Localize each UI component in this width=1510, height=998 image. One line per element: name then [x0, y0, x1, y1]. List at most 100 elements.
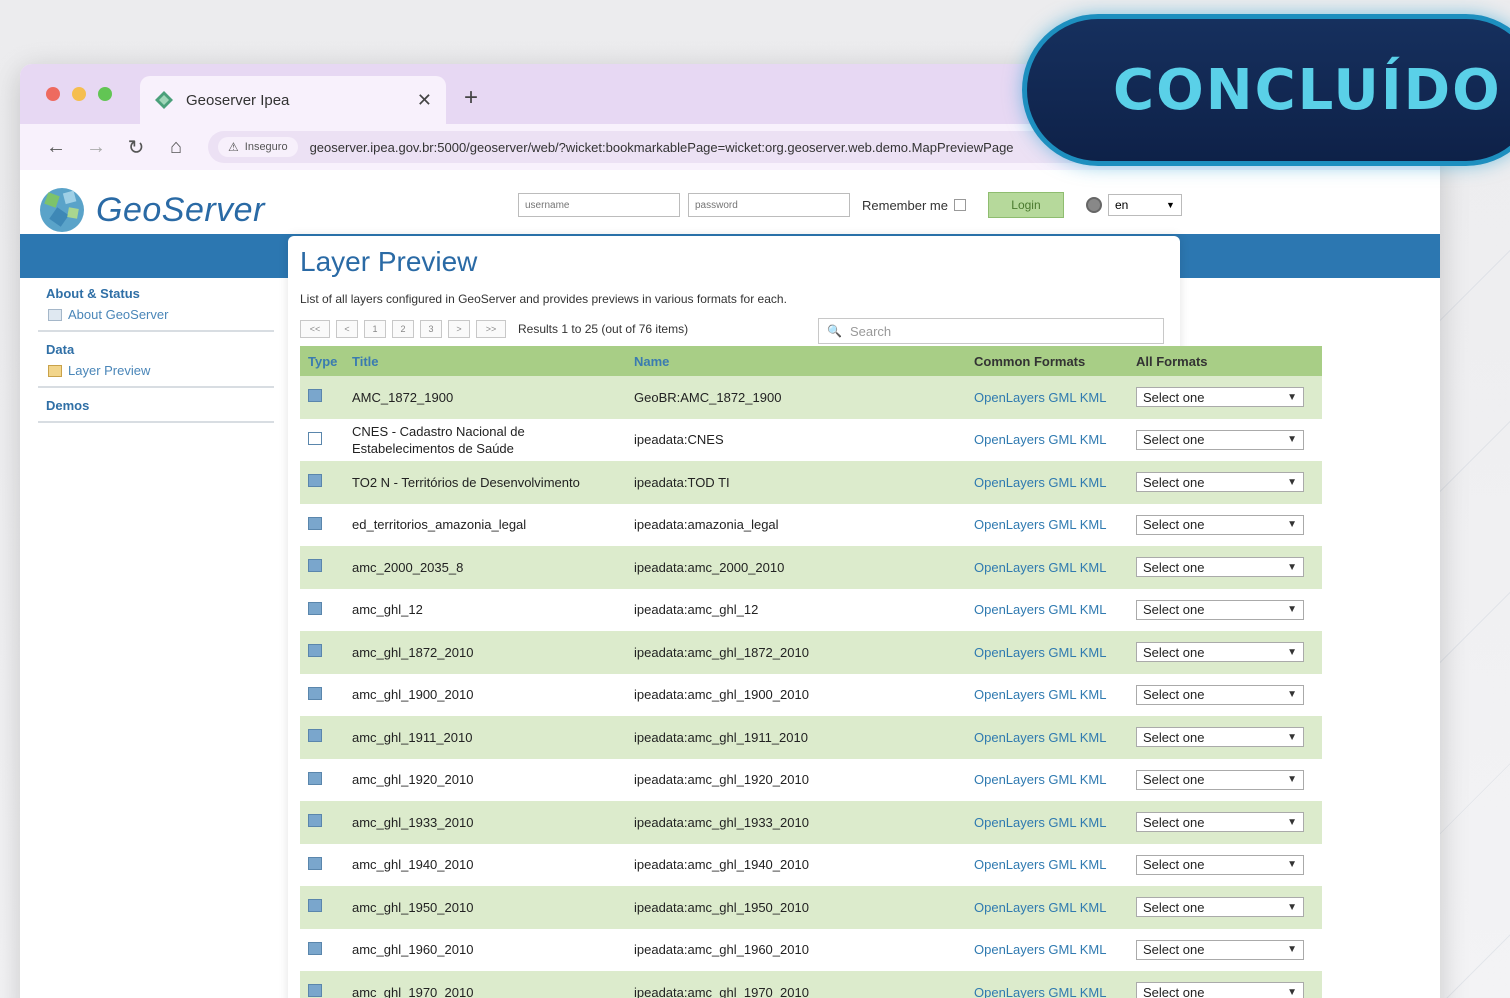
table-row: CNES - Cadastro Nacional de Estabelecime…: [300, 418, 1322, 461]
all-formats-select[interactable]: Select one ▼: [1136, 982, 1304, 998]
search-input[interactable]: 🔍 Search: [818, 318, 1164, 344]
layer-icon: [308, 814, 322, 828]
all-formats-select[interactable]: Select one ▼: [1136, 472, 1304, 493]
info-page-icon: [48, 308, 62, 321]
common-formats-links[interactable]: OpenLayers GML KML: [974, 602, 1136, 617]
password-input[interactable]: [688, 193, 850, 217]
pager-last-button[interactable]: >>: [476, 320, 506, 338]
all-formats-select[interactable]: Select one ▼: [1136, 727, 1304, 748]
select-value: Select one: [1143, 687, 1205, 703]
pagination: << < 1 2 3 > >> Results 1 to 25 (out of …: [300, 320, 688, 338]
chevron-down-icon: ▼: [1287, 646, 1297, 658]
column-header-title[interactable]: Title: [352, 353, 634, 370]
security-chip[interactable]: ⚠ Inseguro: [218, 137, 298, 157]
pager-first-button[interactable]: <<: [300, 320, 330, 338]
all-formats-select[interactable]: Select one ▼: [1136, 642, 1304, 663]
remember-me-checkbox[interactable]: [953, 199, 966, 211]
common-formats-links[interactable]: OpenLayers GML KML: [974, 772, 1136, 787]
title-cell: amc_ghl_1872_2010: [352, 644, 474, 660]
sidebar-item-about-geoserver[interactable]: About GeoServer: [48, 307, 266, 322]
sidebar-section-demos: Demos: [38, 394, 274, 423]
column-header-name[interactable]: Name: [634, 354, 974, 369]
table-row: amc_ghl_1911_2010 ipeadata:amc_ghl_1911_2…: [300, 716, 1322, 759]
all-formats-select[interactable]: Select one ▼: [1136, 769, 1304, 790]
warning-icon: ⚠: [228, 140, 239, 154]
common-formats-links[interactable]: OpenLayers GML KML: [974, 730, 1136, 745]
minimize-window-button[interactable]: [72, 87, 86, 101]
sidebar-heading-demos[interactable]: Demos: [46, 398, 266, 413]
completed-badge: CONCLUÍDO: [1022, 14, 1510, 166]
pager-page-3-button[interactable]: 3: [420, 320, 442, 338]
close-window-button[interactable]: [46, 87, 60, 101]
select-value: Select one: [1143, 432, 1205, 448]
reload-icon[interactable]: ↻: [116, 135, 156, 160]
type-cell: [300, 644, 352, 660]
language-select[interactable]: en ▼: [1107, 194, 1182, 216]
pager-page-1-button[interactable]: 1: [364, 320, 386, 338]
common-formats-links[interactable]: OpenLayers GML KML: [974, 985, 1136, 998]
layer-icon: [308, 559, 322, 573]
name-cell: ipeadata:amc_ghl_12: [634, 602, 759, 618]
common-formats-links[interactable]: OpenLayers GML KML: [974, 900, 1136, 915]
completed-badge-text: CONCLUÍDO: [1113, 57, 1502, 123]
select-value: Select one: [1143, 644, 1205, 660]
common-formats-links[interactable]: OpenLayers GML KML: [974, 942, 1136, 957]
all-formats-select[interactable]: Select one ▼: [1136, 812, 1304, 833]
all-formats-select[interactable]: Select one ▼: [1136, 939, 1304, 960]
all-formats-select[interactable]: Select one ▼: [1136, 429, 1304, 450]
close-tab-icon[interactable]: ✕: [417, 90, 432, 111]
username-input[interactable]: [518, 193, 680, 217]
maximize-window-button[interactable]: [98, 87, 112, 101]
all-formats-select[interactable]: Select one ▼: [1136, 387, 1304, 408]
layer-icon: [308, 729, 322, 743]
all-formats-select[interactable]: Select one ▼: [1136, 684, 1304, 705]
title-cell: AMC_1872_1900: [352, 389, 454, 405]
all-formats-select[interactable]: Select one ▼: [1136, 854, 1304, 875]
type-cell: [300, 771, 352, 788]
common-formats-links[interactable]: OpenLayers GML KML: [974, 390, 1136, 405]
all-formats-select[interactable]: Select one ▼: [1136, 599, 1304, 620]
common-formats-links[interactable]: OpenLayers GML KML: [974, 687, 1136, 702]
common-formats-links[interactable]: OpenLayers GML KML: [974, 560, 1136, 575]
select-value: Select one: [1143, 729, 1205, 745]
all-formats-select[interactable]: Select one ▼: [1136, 897, 1304, 918]
sidebar-item-label: Layer Preview: [68, 363, 151, 378]
login-button[interactable]: Login: [987, 192, 1064, 218]
search-icon: 🔍: [827, 324, 842, 338]
sidebar-item-layer-preview[interactable]: Layer Preview: [48, 363, 266, 378]
table-row: amc_ghl_1900_2010 ipeadata:amc_ghl_1900_2…: [300, 673, 1322, 716]
pager-next-button[interactable]: >: [448, 320, 470, 338]
pager-page-2-button[interactable]: 2: [392, 320, 414, 338]
page-description: List of all layers configured in GeoServ…: [300, 292, 787, 306]
column-header-type[interactable]: Type: [300, 354, 352, 369]
common-formats-links[interactable]: OpenLayers GML KML: [974, 432, 1136, 447]
sidebar: About & Status About GeoServer Data Laye…: [38, 282, 274, 429]
common-formats-links[interactable]: OpenLayers GML KML: [974, 857, 1136, 872]
back-arrow-icon[interactable]: ←: [36, 136, 76, 159]
forward-arrow-icon[interactable]: →: [76, 136, 116, 159]
layer-icon: [308, 984, 322, 998]
new-tab-icon[interactable]: +: [464, 84, 478, 112]
chevron-down-icon: ▼: [1287, 816, 1297, 828]
common-formats-links[interactable]: OpenLayers GML KML: [974, 517, 1136, 532]
geoserver-header: GeoServer Remember me Login en ▼: [20, 170, 1440, 234]
common-formats-links[interactable]: OpenLayers GML KML: [974, 645, 1136, 660]
tab-title: Geoserver Ipea: [186, 91, 290, 109]
type-cell: [300, 601, 352, 618]
sidebar-heading: About & Status: [46, 286, 140, 301]
select-value: Select one: [1143, 772, 1205, 788]
layer-icon: [308, 771, 322, 785]
pager-prev-button[interactable]: <: [336, 320, 358, 338]
home-icon[interactable]: ⌂: [156, 136, 196, 159]
remember-me: Remember me: [862, 198, 966, 213]
browser-tab-geoserver[interactable]: Geoserver Ipea ✕: [140, 76, 446, 124]
all-formats-select[interactable]: Select one ▼: [1136, 557, 1304, 578]
title-cell: TO2 N - Territórios de Desenvolvimento: [352, 474, 580, 490]
geoserver-logo[interactable]: GeoServer: [34, 184, 265, 236]
common-formats-links[interactable]: OpenLayers GML KML: [974, 815, 1136, 830]
common-formats-links[interactable]: OpenLayers GML KML: [974, 475, 1136, 490]
layer-icon: [308, 389, 322, 403]
all-formats-select[interactable]: Select one ▼: [1136, 514, 1304, 535]
title-cell: ed_territorios_amazonia_legal: [352, 517, 527, 533]
layer-icon: [308, 941, 322, 955]
